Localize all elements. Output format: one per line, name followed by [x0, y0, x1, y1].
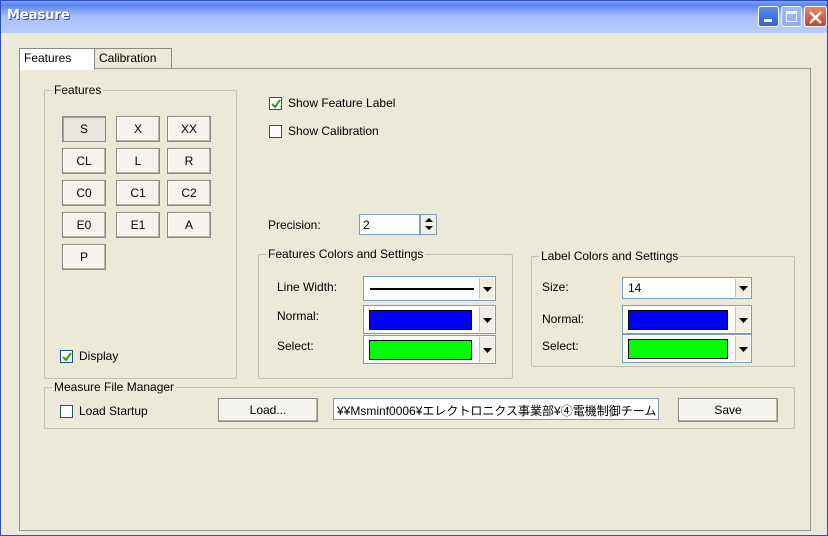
feature-button-r[interactable]: R [167, 148, 211, 174]
precision-spinner[interactable] [420, 214, 437, 235]
features-select-dropdown-button[interactable] [479, 337, 494, 362]
label-colors-group-label: Label Colors and Settings [539, 249, 681, 263]
display-label: Display [79, 349, 119, 363]
show-calibration-box[interactable] [269, 124, 282, 138]
features-select-swatch [369, 340, 472, 360]
show-calibration-text: Show Calibration [288, 124, 379, 138]
feature-button-l[interactable]: L [116, 148, 160, 174]
chevron-down-icon [483, 347, 492, 353]
arrow-down-icon [425, 226, 433, 230]
label-select-swatch [628, 339, 728, 359]
tab-features[interactable]: Features [19, 48, 95, 70]
close-button[interactable] [804, 6, 827, 27]
chevron-down-icon [739, 286, 748, 291]
title-bar[interactable]: Measure [1, 1, 827, 33]
features-normal-dropdown-button[interactable] [479, 307, 494, 332]
load-startup-box[interactable] [60, 404, 73, 418]
size-select[interactable]: 14 [622, 277, 752, 299]
show-calibration-checkbox[interactable]: Show Calibration [269, 124, 379, 138]
chevron-down-icon [739, 346, 748, 352]
file-manager-group-label: Measure File Manager [52, 380, 177, 394]
line-width-preview [370, 288, 474, 290]
feature-button-s[interactable]: S [62, 116, 106, 142]
precision-label: Precision: [268, 218, 321, 232]
chevron-down-icon [483, 286, 492, 292]
save-button[interactable]: Save [678, 398, 778, 422]
size-value: 14 [628, 281, 642, 295]
precision-value: 2 [363, 218, 370, 232]
checkmark-icon [271, 98, 281, 109]
close-icon [809, 11, 822, 24]
features-normal-label: Normal: [277, 309, 320, 323]
label-normal-swatch [628, 310, 728, 330]
maximize-button[interactable] [781, 6, 802, 27]
spin-up-button[interactable] [421, 215, 436, 224]
label-normal-color-select[interactable] [622, 305, 752, 334]
show-feature-label-text: Show Feature Label [288, 96, 396, 110]
load-startup-checkbox[interactable]: Load Startup [60, 404, 148, 418]
feature-button-a[interactable]: A [167, 212, 211, 238]
file-path-input[interactable]: ¥¥Msminf0006¥エレクトロニクス事業部¥④電機制御チーム [333, 398, 659, 420]
features-group-label: Features [52, 83, 104, 97]
feature-button-cl[interactable]: CL [62, 148, 106, 174]
show-feature-label-checkbox[interactable]: Show Feature Label [269, 96, 395, 110]
display-checkbox[interactable]: Display [60, 349, 118, 363]
show-feature-label-box[interactable] [269, 96, 282, 110]
load-startup-label: Load Startup [79, 404, 148, 418]
maximize-icon [786, 11, 797, 22]
precision-input[interactable]: 2 [359, 214, 420, 235]
label-select-dropdown-button[interactable] [735, 336, 750, 361]
measure-window: Measure Features Calibration Features S … [0, 0, 828, 536]
feature-button-p[interactable]: P [62, 244, 106, 270]
feature-button-e1[interactable]: E1 [116, 212, 160, 238]
size-label: Size: [542, 280, 569, 294]
load-button[interactable]: Load... [218, 398, 318, 422]
minimize-icon [764, 19, 772, 22]
label-select-color-select[interactable] [622, 334, 752, 363]
feature-button-c2[interactable]: C2 [167, 180, 211, 206]
feature-button-x[interactable]: X [116, 116, 160, 142]
size-dropdown-button[interactable] [735, 279, 750, 297]
feature-button-e0[interactable]: E0 [62, 212, 106, 238]
label-select-label: Select: [542, 339, 579, 353]
checkmark-icon [62, 351, 72, 362]
feature-button-xx[interactable]: XX [167, 116, 211, 142]
feature-button-c0[interactable]: C0 [62, 180, 106, 206]
label-normal-dropdown-button[interactable] [735, 307, 750, 332]
chevron-down-icon [739, 317, 748, 323]
features-select-label: Select: [277, 339, 314, 353]
line-width-label: Line Width: [277, 280, 338, 294]
tab-calibration[interactable]: Calibration [94, 48, 172, 69]
minimize-button[interactable] [758, 6, 779, 27]
features-colors-group-label: Features Colors and Settings [266, 247, 426, 261]
features-normal-swatch [369, 310, 472, 330]
features-select-color-select[interactable] [363, 335, 496, 364]
line-width-dropdown-button[interactable] [479, 278, 494, 299]
chevron-down-icon [483, 317, 492, 323]
label-normal-label: Normal: [542, 312, 585, 326]
line-width-select[interactable] [363, 276, 496, 301]
feature-button-c1[interactable]: C1 [116, 180, 160, 206]
window-title: Measure [7, 8, 70, 23]
spin-down-button[interactable] [421, 225, 436, 234]
features-normal-color-select[interactable] [363, 305, 496, 334]
features-panel: Features S X XX CL L R C0 C1 C2 E0 E1 A … [19, 68, 811, 531]
display-check-box[interactable] [60, 349, 73, 363]
arrow-up-icon [425, 218, 433, 222]
